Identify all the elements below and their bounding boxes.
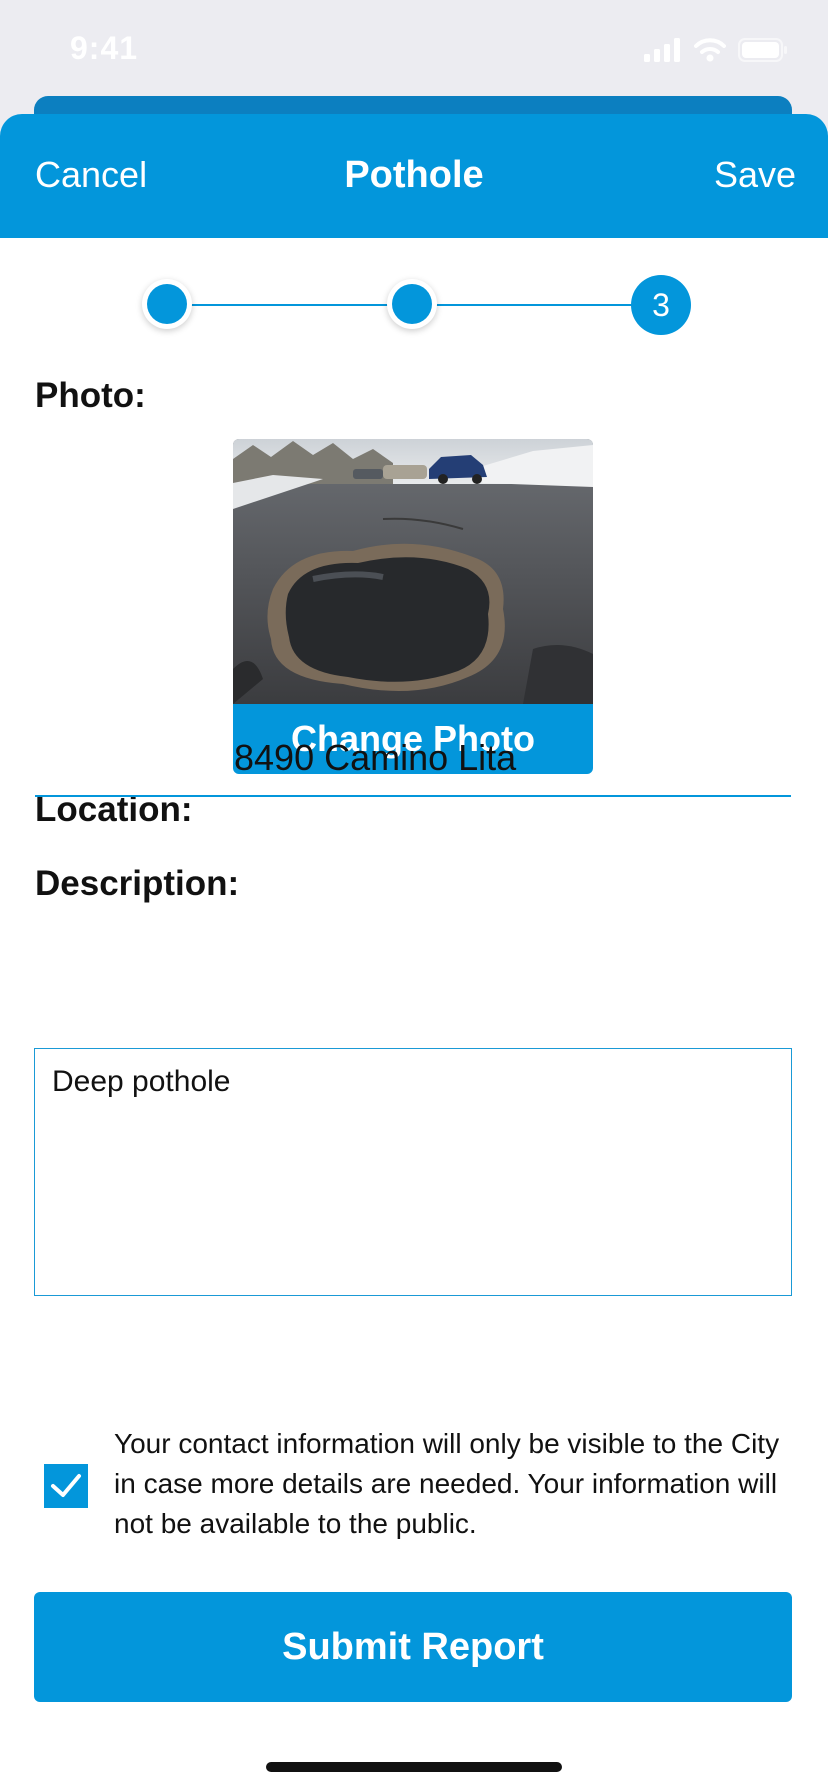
step-3-current: 3 xyxy=(631,275,691,335)
description-label: Description: xyxy=(35,864,240,903)
photo-label: Photo: xyxy=(35,376,146,415)
submit-report-button[interactable]: Submit Report xyxy=(34,1592,792,1702)
step-1-dot xyxy=(147,284,187,324)
status-icons xyxy=(644,38,788,62)
status-bar: 9:41 xyxy=(0,0,828,100)
home-indicator[interactable] xyxy=(266,1762,562,1772)
contact-consent-checkbox[interactable] xyxy=(44,1464,88,1508)
checkmark-icon xyxy=(51,1474,81,1497)
location-underline xyxy=(35,795,791,797)
wifi-icon xyxy=(694,38,726,62)
step-2-dot xyxy=(392,284,432,324)
contact-consent-text: Your contact information will only be vi… xyxy=(114,1428,780,1539)
location-input[interactable] xyxy=(234,737,789,779)
photo-card: Change Photo xyxy=(233,439,593,774)
description-textarea[interactable]: Deep pothole xyxy=(34,1048,792,1296)
battery-icon xyxy=(738,38,787,62)
pothole-photo xyxy=(233,439,593,704)
status-time: 9:41 xyxy=(70,30,139,66)
step-connector-1 xyxy=(167,304,412,306)
report-sheet: Cancel Pothole Save 3 Photo: Change Phot… xyxy=(0,114,828,1792)
signal-icon xyxy=(644,38,680,62)
step-connector-2 xyxy=(413,304,633,306)
